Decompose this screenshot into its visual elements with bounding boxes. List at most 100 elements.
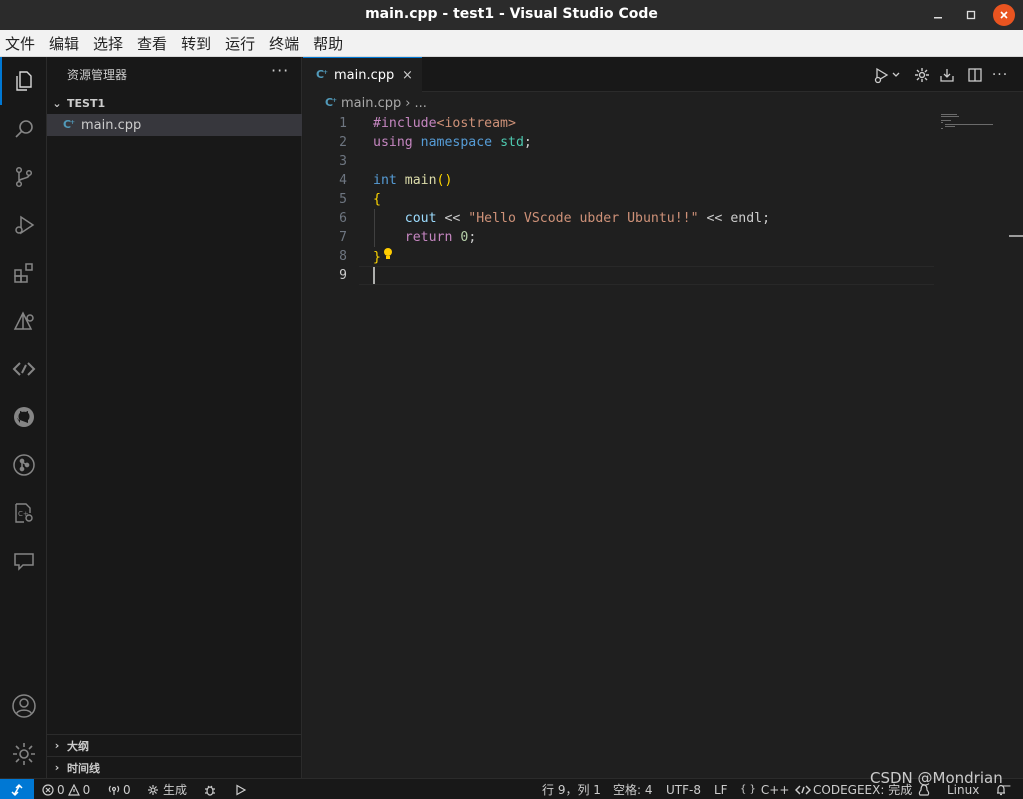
chevron-down-icon: ⌄ xyxy=(52,96,62,110)
breadcrumb: C + main.cpp › ... xyxy=(303,92,1023,114)
namespace-token: std xyxy=(500,135,524,150)
brace-token: } xyxy=(373,250,381,265)
activity-github[interactable] xyxy=(0,393,47,441)
debug-button[interactable] xyxy=(204,779,216,799)
close-window-button[interactable] xyxy=(993,4,1015,26)
github-icon xyxy=(13,407,34,427)
string-token: "Hello VScode ubder Ubuntu!!" xyxy=(468,211,699,226)
punctuation-token: ; xyxy=(468,230,477,245)
lightbulb-icon[interactable] xyxy=(382,247,394,267)
chevron-right-icon: › xyxy=(54,761,60,774)
activity-chat[interactable] xyxy=(0,537,47,585)
activity-source-control[interactable] xyxy=(0,153,47,201)
file-item-main-cpp[interactable]: C + main.cpp xyxy=(47,114,302,136)
run-code-button[interactable] xyxy=(874,66,902,84)
outline-label: 大纲 xyxy=(67,739,89,753)
minimize-button[interactable] xyxy=(927,4,949,26)
minimap-line xyxy=(941,128,943,129)
extensions-icon xyxy=(13,263,33,283)
file-name: main.cpp xyxy=(81,117,142,133)
menu-edit[interactable]: 编辑 xyxy=(49,33,79,54)
manage-gear-icon xyxy=(12,743,35,765)
activity-git-graph[interactable] xyxy=(0,441,47,489)
line-number: 6 xyxy=(339,211,347,226)
remote-indicator-button[interactable] xyxy=(0,779,34,799)
codegeex-icon xyxy=(12,362,35,376)
code-line-1: #include<iostream> xyxy=(373,114,516,133)
activity-run-debug[interactable] xyxy=(0,201,47,249)
chat-icon xyxy=(13,553,34,571)
build-button[interactable]: 生成 xyxy=(147,779,187,799)
menu-help[interactable]: 帮助 xyxy=(313,33,343,54)
breadcrumb-file[interactable]: main.cpp xyxy=(341,96,401,111)
explorer-title: 资源管理器 xyxy=(67,68,128,82)
outline-section[interactable]: › 大纲 xyxy=(47,734,302,756)
ports-indicator[interactable]: 0 xyxy=(108,779,131,799)
activity-account[interactable] xyxy=(0,682,47,730)
activity-extensions[interactable] xyxy=(0,249,47,297)
error-icon xyxy=(42,783,54,796)
explorer-more-actions[interactable]: ··· xyxy=(271,61,289,80)
tab-close-button[interactable]: × xyxy=(402,68,413,83)
minimap-line xyxy=(941,114,957,115)
source-control-icon xyxy=(15,166,32,188)
play-icon xyxy=(236,783,247,796)
encoding-setting[interactable]: UTF-8 xyxy=(666,779,701,799)
line-number: 2 xyxy=(339,135,347,150)
keyword-token: using xyxy=(373,135,413,150)
close-icon xyxy=(1000,11,1008,19)
indentation-setting[interactable]: 空格: 4 xyxy=(613,779,653,799)
eol-setting[interactable]: LF xyxy=(714,779,728,799)
gear-icon xyxy=(148,784,158,795)
settings-action-button[interactable] xyxy=(913,66,931,84)
explorer-icon xyxy=(15,71,32,91)
folder-section-test1[interactable]: ⌄ TEST1 xyxy=(47,92,302,114)
cpp-file-icon: C + xyxy=(325,96,341,111)
account-icon xyxy=(11,694,36,718)
minimap-line xyxy=(945,124,993,125)
svg-text:C+: C+ xyxy=(18,510,29,518)
keyword-token: namespace xyxy=(420,135,493,150)
menu-go[interactable]: 转到 xyxy=(181,33,211,54)
activity-cmake[interactable]: C+ xyxy=(0,489,47,537)
menu-selection[interactable]: 选择 xyxy=(93,33,123,54)
run-button[interactable] xyxy=(235,779,247,799)
activity-explorer[interactable] xyxy=(0,57,47,105)
tab-main-cpp[interactable]: C + main.cpp × xyxy=(303,57,422,92)
svg-text:+: + xyxy=(323,69,328,76)
watermark: CSDN @Mondrian_ xyxy=(870,769,1011,787)
menu-terminal[interactable]: 终端 xyxy=(269,33,299,54)
maximize-button[interactable] xyxy=(960,4,982,26)
timeline-section[interactable]: › 时间线 xyxy=(47,756,302,778)
minimap[interactable] xyxy=(941,114,1001,134)
more-actions-button[interactable]: ··· xyxy=(991,66,1009,84)
line-number: 1 xyxy=(339,116,347,131)
brace-token: { xyxy=(373,192,381,207)
code-line-8: } xyxy=(373,247,393,266)
split-editor-button[interactable] xyxy=(966,66,984,84)
git-graph-icon xyxy=(12,454,35,476)
minimap-line xyxy=(945,126,955,127)
language-mode[interactable]: { } C++ xyxy=(740,779,789,799)
window-title: main.cpp - test1 - Visual Studio Code xyxy=(365,6,658,22)
code-editor[interactable]: 1 2 3 4 5 6 7 8 9 #include<iostream> usi… xyxy=(303,114,1023,778)
code-line-6: cout << "Hello VScode ubder Ubuntu!!" <<… xyxy=(373,209,770,228)
activity-search[interactable] xyxy=(0,105,47,153)
menu-view[interactable]: 查看 xyxy=(137,33,167,54)
cursor-position[interactable]: 行 9，列 1 xyxy=(542,779,601,799)
type-token: int xyxy=(373,173,397,188)
code-line-7: return 0; xyxy=(373,228,477,247)
download-action-button[interactable] xyxy=(938,66,956,84)
activity-codegeex[interactable] xyxy=(0,345,47,393)
problems-indicator[interactable]: 0 0 xyxy=(42,779,90,799)
activity-manage[interactable] xyxy=(0,730,47,778)
breadcrumb-symbols[interactable]: ... xyxy=(414,96,426,111)
menu-run[interactable]: 运行 xyxy=(225,33,255,54)
codegeex-icon xyxy=(795,784,811,795)
activity-remote-explorer[interactable] xyxy=(0,297,47,345)
header-token: <iostream> xyxy=(436,116,516,131)
maximize-icon xyxy=(966,10,976,20)
menu-file[interactable]: 文件 xyxy=(5,33,35,54)
minimize-icon xyxy=(934,17,942,19)
